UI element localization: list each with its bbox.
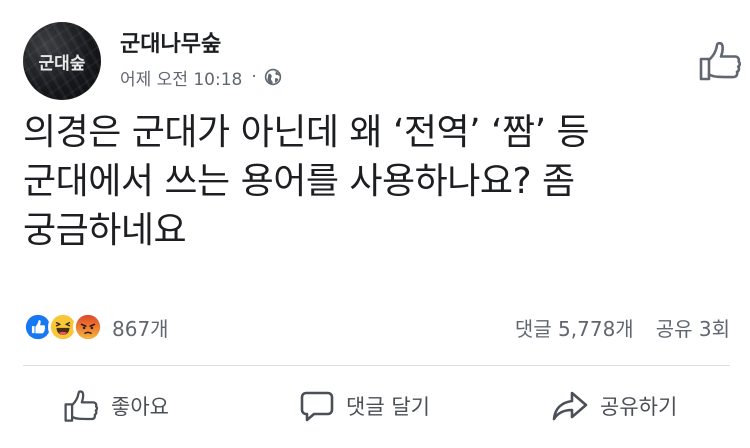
post-timestamp[interactable]: 어제 오전 10:18 bbox=[120, 65, 242, 90]
post-text-line: 의경은 군대가 아닌데 왜 ‘전역’ ‘짬’ 등 bbox=[23, 112, 590, 153]
share-arrow-icon bbox=[552, 391, 588, 421]
globe-icon bbox=[264, 68, 281, 86]
avatar-label: 군대숲 bbox=[38, 53, 86, 74]
like-icon[interactable] bbox=[698, 40, 742, 82]
post-text-line: 군대에서 쓰는 용어를 사용하나요? 좀 bbox=[23, 161, 575, 202]
comment-button[interactable]: 댓글 달기 bbox=[300, 382, 430, 430]
post-stats: 867개 댓글 5,778개 공유 3회 bbox=[23, 312, 730, 342]
reactions-summary[interactable]: 867개 bbox=[23, 312, 169, 342]
page-name[interactable]: 군대나무숲 bbox=[120, 26, 221, 58]
thumbs-up-icon bbox=[64, 390, 99, 422]
comment-button-label: 댓글 달기 bbox=[346, 395, 430, 419]
post-header: 군대숲 군대나무숲 어제 오전 10:18 · bbox=[23, 20, 742, 104]
post-text-line: 궁금하네요 bbox=[23, 210, 187, 251]
engagement-counts: 댓글 5,778개 공유 3회 bbox=[515, 312, 730, 342]
share-count[interactable]: 공유 3회 bbox=[656, 313, 730, 342]
post-text: 의경은 군대가 아닌데 왜 ‘전역’ ‘짬’ 등 군대에서 쓰는 용어를 사용하… bbox=[23, 108, 730, 255]
post-meta: 어제 오전 10:18 · bbox=[120, 65, 282, 90]
reaction-count: 867개 bbox=[112, 316, 169, 341]
divider bbox=[23, 365, 730, 366]
meta-separator: · bbox=[251, 67, 257, 87]
comment-count[interactable]: 댓글 5,778개 bbox=[515, 313, 634, 342]
like-button[interactable]: 좋아요 bbox=[63, 382, 169, 430]
share-button[interactable]: 공유하기 bbox=[552, 382, 677, 430]
share-button-label: 공유하기 bbox=[600, 395, 678, 419]
like-button-label: 좋아요 bbox=[111, 395, 169, 419]
action-bar: 좋아요 댓글 달기 공유하기 bbox=[23, 382, 730, 430]
angry-reaction-icon bbox=[73, 312, 103, 342]
comment-bubble-icon bbox=[300, 391, 334, 422]
avatar[interactable]: 군대숲 bbox=[23, 22, 101, 100]
